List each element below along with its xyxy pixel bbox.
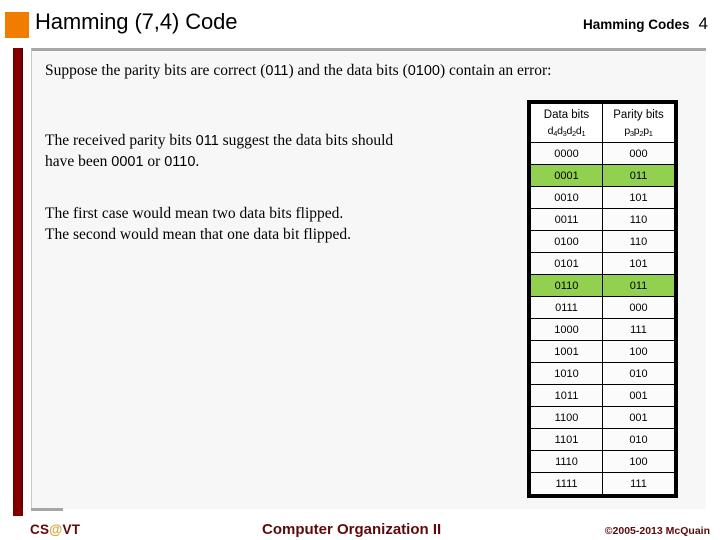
received-line2-prefix: have been — [45, 153, 112, 171]
data-bits-subscript: d4d3d2d1 — [547, 124, 586, 138]
intro-prefix: Suppose the parity bits are correct ( — [45, 62, 266, 79]
received-line2-middle: or — [143, 153, 165, 171]
case-second-line: The second would mean that one data bit … — [45, 226, 352, 244]
at-sign-icon: @ — [49, 522, 63, 537]
slide-number: 4 — [698, 14, 708, 33]
cell-data-bits: 1011 — [530, 384, 603, 407]
candidate-bits-a: 0001 — [111, 154, 144, 171]
received-line-1: The received parity bits 011 suggest the… — [45, 130, 393, 151]
cell-parity-bits: 100 — [602, 340, 675, 363]
cell-parity-bits: 100 — [602, 450, 675, 473]
cell-parity-bits: 000 — [602, 142, 675, 165]
candidate-bits-b: 0110 — [164, 154, 196, 171]
cell-parity-bits: 111 — [602, 472, 675, 495]
course-id-post: VT — [62, 522, 81, 537]
hamming-code-table-wrapper: Data bits d4d3d2d1 Parity bits p3p2p1 00… — [527, 100, 678, 498]
orange-square-icon — [5, 12, 29, 38]
cell-data-bits: 1111 — [530, 472, 603, 495]
cell-data-bits: 0001 — [530, 164, 603, 187]
table-row: 0111 000 — [530, 296, 675, 319]
table-head: Data bits d4d3d2d1 Parity bits p3p2p1 — [530, 103, 675, 143]
received-line-2: have been 0001 or 0110. — [45, 151, 393, 172]
table-header-row: Data bits d4d3d2d1 Parity bits p3p2p1 — [530, 103, 675, 143]
table-row: 1001 100 — [530, 340, 675, 363]
cell-data-bits: 1101 — [530, 428, 603, 451]
cell-data-bits: 0111 — [530, 296, 603, 319]
left-accent-bar — [13, 48, 23, 510]
intro-parity-bits: 011 — [265, 63, 289, 79]
case-first-line: The first case would mean two data bits … — [45, 205, 344, 222]
cell-data-bits: 0110 — [530, 274, 603, 297]
table-row: 1010 010 — [530, 362, 675, 385]
table-row: 0101 101 — [530, 252, 675, 275]
cell-parity-bits: 111 — [602, 318, 675, 341]
cell-data-bits: 0101 — [530, 252, 603, 275]
parity-bits-label: Parity bits — [613, 109, 664, 122]
received-prefix: The received parity bits — [45, 132, 196, 149]
cell-parity-bits: 001 — [602, 406, 675, 429]
cell-parity-bits: 010 — [602, 428, 675, 451]
table-row: 1100 001 — [530, 406, 675, 429]
cases-paragraph: The first case would mean two data bits … — [45, 203, 351, 246]
table-row: 0110 011 — [530, 274, 675, 297]
table-body: 0000 000 0001 011 0010 101 0011 110 0100 110 0101 1… — [530, 142, 675, 495]
cell-data-bits: 1000 — [530, 318, 603, 341]
intro-data-bits: 0100 — [407, 63, 440, 79]
data-bits-label: Data bits — [543, 109, 590, 122]
table-row: 1110 100 — [530, 450, 675, 473]
column-header-parity-bits: Parity bits p3p2p1 — [602, 103, 675, 143]
cell-parity-bits: 110 — [602, 230, 675, 253]
table-row: 0100 110 — [530, 230, 675, 253]
table-row: 1111 111 — [530, 472, 675, 495]
cell-parity-bits: 101 — [602, 186, 675, 209]
cell-data-bits: 1100 — [530, 406, 603, 429]
cell-parity-bits: 010 — [602, 362, 675, 385]
cell-parity-bits: 110 — [602, 208, 675, 231]
parity-bits-subscript: p3p2p1 — [624, 124, 653, 138]
column-header-data-bits: Data bits d4d3d2d1 — [530, 103, 603, 143]
cell-data-bits: 0010 — [530, 186, 603, 209]
footer-accent-block — [13, 508, 23, 516]
table-row: 0010 101 — [530, 186, 675, 209]
table-row: 1011 001 — [530, 384, 675, 407]
cell-data-bits: 1001 — [530, 340, 603, 363]
course-title: Computer Organization II — [262, 521, 442, 538]
course-id-logo: CS@VT — [30, 522, 80, 537]
cell-parity-bits: 011 — [602, 274, 675, 297]
cell-data-bits: 1110 — [530, 450, 603, 473]
cell-parity-bits: 001 — [602, 384, 675, 407]
cell-data-bits: 1010 — [530, 362, 603, 385]
cell-parity-bits: 000 — [602, 296, 675, 319]
table-row: 0011 110 — [530, 208, 675, 231]
received-middle: suggest the data bits should — [218, 132, 394, 149]
header-subject-label: Hamming Codes — [583, 17, 690, 32]
slide-footer: CS@VT Computer Organization II ©2005-201… — [0, 508, 720, 540]
received-line2-suffix: . — [195, 153, 200, 171]
table-row: 1000 111 — [530, 318, 675, 341]
cell-parity-bits: 101 — [602, 252, 675, 275]
received-parity-bits: 011 — [195, 133, 219, 149]
intro-suffix: ) contain an error: — [440, 62, 552, 79]
header-right-group: Hamming Codes 4 — [583, 14, 708, 34]
course-id-pre: CS — [30, 522, 50, 537]
cell-data-bits: 0000 — [530, 142, 603, 165]
cell-data-bits: 0011 — [530, 208, 603, 231]
copyright-notice: ©2005-2013 McQuain — [604, 525, 710, 537]
footer-panel-tick — [31, 508, 63, 511]
page-title: Hamming (7,4) Code — [35, 9, 238, 34]
table-row: 0000 000 — [530, 142, 675, 165]
table-row: 1101 010 — [530, 428, 675, 451]
cell-parity-bits: 011 — [602, 164, 675, 187]
received-paragraph: The received parity bits 011 suggest the… — [45, 130, 393, 173]
hamming-code-table: Data bits d4d3d2d1 Parity bits p3p2p1 00… — [530, 103, 675, 495]
cell-data-bits: 0100 — [530, 230, 603, 253]
table-row: 0001 011 — [530, 164, 675, 187]
intro-sentence: Suppose the parity bits are correct (011… — [45, 60, 551, 81]
intro-middle: ) and the data bits ( — [288, 62, 408, 79]
slide-header: Hamming (7,4) Code Hamming Codes 4 — [0, 0, 720, 46]
